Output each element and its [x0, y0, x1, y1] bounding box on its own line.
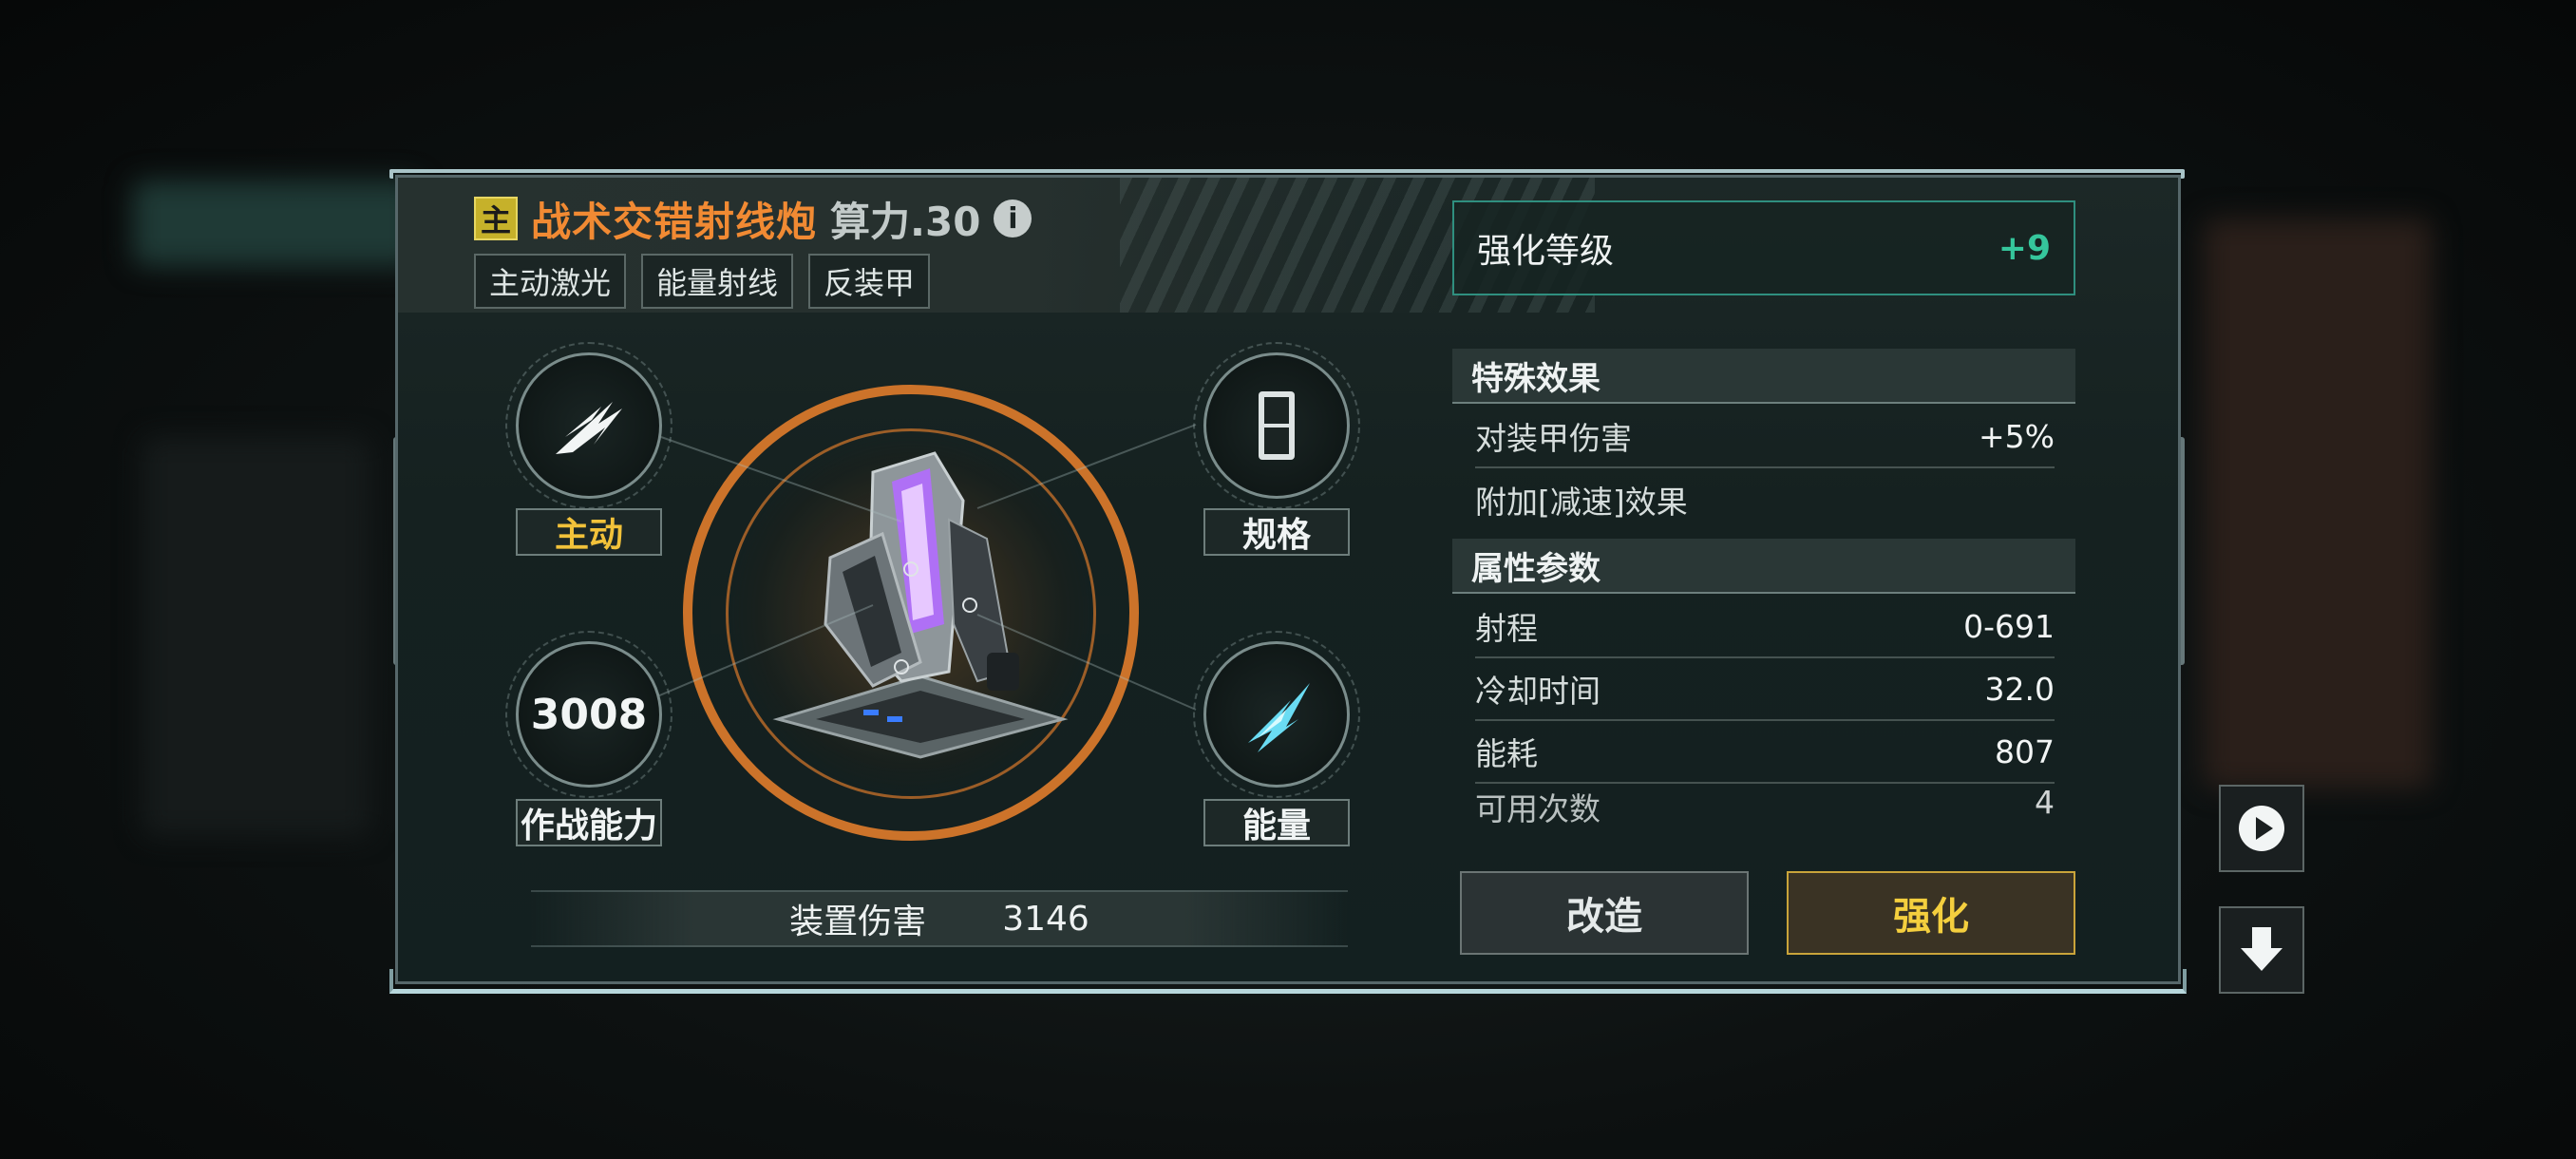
- equipment-detail-panel: 主 战术交错射线炮 算力.30 i 主动激光 能量射线 反装甲 主动 规格 30…: [395, 175, 2181, 984]
- energy-node[interactable]: [1193, 631, 1360, 798]
- background-card-blur: [2204, 218, 2432, 788]
- active-skill-node[interactable]: [505, 342, 672, 509]
- background-card-blur: [142, 437, 370, 836]
- attribute-value: 807: [1995, 732, 2055, 770]
- special-effects-header: 特殊效果: [1452, 349, 2075, 404]
- attribute-value: 32.0: [1984, 670, 2055, 708]
- attribute-row: 可用次数 4: [1475, 784, 2055, 827]
- module-spec-icon: [1259, 391, 1295, 460]
- special-effect-row: 对装甲伤害 +5%: [1475, 406, 2055, 468]
- attribute-row: 冷却时间 32.0: [1475, 658, 2055, 721]
- attribute-label: 射程: [1475, 610, 1538, 647]
- download-button[interactable]: [2219, 906, 2304, 994]
- attribute-label: 可用次数: [1475, 790, 1601, 827]
- download-arrow-icon: [2241, 927, 2282, 971]
- attributes-header: 属性参数: [1452, 539, 2075, 594]
- attribute-value: 4: [2035, 784, 2055, 821]
- enhance-level-value: +9: [1998, 228, 2051, 268]
- special-effect-label: 对装甲伤害: [1475, 420, 1632, 457]
- combat-power-node: 3008: [505, 631, 672, 798]
- attribute-row: 射程 0-691: [1475, 596, 2055, 658]
- attribute-label: 冷却时间: [1475, 673, 1601, 710]
- active-skill-label: 主动: [516, 508, 662, 556]
- attribute-label: 能耗: [1475, 735, 1538, 772]
- combat-power-value: 3008: [530, 690, 648, 739]
- spec-node[interactable]: [1193, 342, 1360, 509]
- play-icon: [2239, 806, 2284, 851]
- energy-bolt-icon: [1248, 683, 1310, 752]
- modify-button[interactable]: 改造: [1460, 871, 1749, 955]
- attribute-row: 能耗 807: [1475, 721, 2055, 784]
- device-damage-label: 装置伤害: [789, 902, 927, 941]
- special-effect-label: 附加[减速]效果: [1475, 484, 1688, 521]
- device-damage-bar: 装置伤害 3146: [531, 890, 1348, 947]
- combat-power-label: 作战能力: [516, 799, 662, 846]
- background-card-blur: [133, 180, 418, 266]
- play-button[interactable]: [2219, 785, 2304, 872]
- device-damage-value: 3146: [1002, 899, 1089, 939]
- attribute-value: 0-691: [1963, 607, 2055, 645]
- special-effect-row: 附加[减速]效果: [1475, 468, 2055, 531]
- energy-label: 能量: [1203, 799, 1350, 846]
- enhance-button[interactable]: 强化: [1787, 871, 2075, 955]
- special-effect-value: +5%: [1978, 417, 2055, 455]
- claw-slash-icon: [556, 402, 622, 454]
- enhance-level-box: 强化等级 +9: [1452, 200, 2075, 295]
- panel-frame-bottom: [389, 969, 2187, 994]
- spec-label: 规格: [1203, 508, 1350, 556]
- enhance-level-label: 强化等级: [1477, 232, 1615, 271]
